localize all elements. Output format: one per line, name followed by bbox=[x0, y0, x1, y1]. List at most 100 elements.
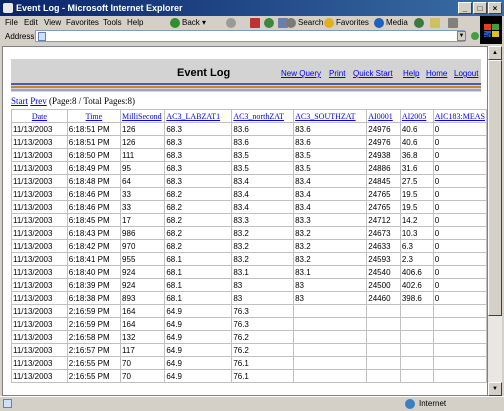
table-cell: 24976 bbox=[366, 135, 401, 149]
table-cell: 24976 bbox=[366, 122, 401, 136]
col-time[interactable]: Time bbox=[66, 109, 122, 123]
table-cell: 83.2 bbox=[231, 239, 295, 253]
menu-edit[interactable]: Edit bbox=[24, 16, 38, 30]
printer-icon bbox=[448, 17, 458, 28]
table-cell: 11/13/2003 bbox=[11, 317, 68, 331]
table-cell bbox=[399, 356, 434, 370]
vertical-scrollbar[interactable]: ▲ ▼ bbox=[488, 46, 502, 396]
forward-button[interactable] bbox=[226, 17, 238, 29]
menu-tools[interactable]: Tools bbox=[103, 16, 122, 30]
done-page-icon bbox=[3, 399, 12, 408]
menu-help[interactable]: Help bbox=[127, 16, 143, 30]
favorites-star-icon bbox=[324, 17, 334, 28]
col-millisecond[interactable]: MilliSecond bbox=[120, 109, 166, 123]
table-cell: 68.1 bbox=[164, 265, 233, 279]
media-button[interactable]: Media bbox=[374, 17, 408, 29]
table-cell: 68.2 bbox=[164, 239, 233, 253]
scroll-thumb[interactable] bbox=[488, 60, 502, 316]
table-cell: 164 bbox=[120, 317, 166, 331]
go-button[interactable]: Go bbox=[471, 31, 492, 40]
table-cell: 0 bbox=[432, 135, 487, 149]
link-help[interactable]: Help bbox=[403, 69, 419, 78]
start-link[interactable]: Start bbox=[11, 96, 28, 106]
table-cell: 0 bbox=[432, 278, 487, 292]
table-cell: 68.3 bbox=[164, 135, 233, 149]
table-cell: 24633 bbox=[366, 239, 401, 253]
col-aic183-meas[interactable]: AIC183:MEAS bbox=[432, 109, 487, 123]
link-print[interactable]: Print bbox=[329, 69, 345, 78]
table-cell: 68.3 bbox=[164, 174, 233, 188]
media-icon bbox=[374, 17, 384, 28]
print-button[interactable] bbox=[448, 17, 460, 29]
table-cell: 64 bbox=[120, 174, 166, 188]
back-button[interactable]: Back ▾ bbox=[170, 17, 206, 29]
close-button[interactable]: × bbox=[488, 2, 502, 14]
table-cell bbox=[432, 304, 487, 318]
table-cell: 83.4 bbox=[293, 187, 368, 201]
table-cell: 6:18:45 PM bbox=[66, 213, 122, 227]
table-cell: 83.5 bbox=[231, 148, 295, 162]
link-quick-start[interactable]: Quick Start bbox=[353, 69, 393, 78]
menu-favorites[interactable]: Favorites bbox=[66, 16, 99, 30]
table-row: 11/13/2003 6:18:41 PM 955 68.1 83.2 83.2 24593… bbox=[11, 252, 487, 266]
table-cell bbox=[293, 330, 368, 344]
table-cell: 95 bbox=[120, 161, 166, 175]
table-header-row: Date Time MilliSecond AC3_LABZAT1 AC3_no… bbox=[11, 109, 487, 123]
search-button[interactable]: Search bbox=[286, 17, 323, 29]
table-cell bbox=[293, 317, 368, 331]
table-row: 11/13/2003 2:16:58 PM 132 64.9 76.2 bbox=[11, 330, 487, 344]
address-dropdown-button[interactable]: ▼ bbox=[457, 31, 466, 41]
table-cell: 406.6 bbox=[399, 265, 434, 279]
title-bar: Event Log - Microsoft Internet Explorer … bbox=[0, 0, 504, 16]
table-cell: 11/13/2003 bbox=[11, 304, 68, 318]
table-cell: 27.5 bbox=[399, 174, 434, 188]
page-info: (Page:8 / Total Pages:8) bbox=[49, 96, 135, 106]
table-cell: 83 bbox=[293, 291, 368, 305]
stop-button[interactable] bbox=[250, 17, 262, 29]
col-ac3-northzat[interactable]: AC3_northZAT bbox=[231, 109, 295, 123]
table-cell: 83.6 bbox=[231, 135, 295, 149]
table-cell bbox=[432, 356, 487, 370]
col-ac3-labzat1[interactable]: AC3_LABZAT1 bbox=[164, 109, 233, 123]
table-cell: 11/13/2003 bbox=[11, 161, 68, 175]
table-cell: 24938 bbox=[366, 148, 401, 162]
table-cell: 68.3 bbox=[164, 122, 233, 136]
refresh-button[interactable] bbox=[264, 17, 276, 29]
col-ac3-southzat[interactable]: AC3_SOUTHZAT bbox=[293, 109, 368, 123]
table-cell: 11/13/2003 bbox=[11, 239, 68, 253]
scroll-down-button[interactable]: ▼ bbox=[488, 382, 502, 396]
favorites-button[interactable]: Favorites bbox=[324, 17, 369, 29]
table-cell: 64.9 bbox=[164, 317, 233, 331]
table-cell: 10.3 bbox=[399, 226, 434, 240]
table-cell: 24593 bbox=[366, 252, 401, 266]
table-cell: 24765 bbox=[366, 187, 401, 201]
history-button[interactable] bbox=[414, 17, 426, 29]
menu-view[interactable]: View bbox=[44, 16, 61, 30]
table-cell: 6:18:51 PM bbox=[66, 135, 122, 149]
scroll-up-button[interactable]: ▲ bbox=[488, 46, 502, 60]
link-logout[interactable]: Logout bbox=[454, 69, 478, 78]
col-date[interactable]: Date bbox=[11, 109, 68, 123]
table-cell: 24765 bbox=[366, 200, 401, 214]
table-cell bbox=[399, 343, 434, 357]
mail-button[interactable] bbox=[430, 17, 442, 29]
prev-link[interactable]: Prev bbox=[30, 96, 47, 106]
table-cell: 6.3 bbox=[399, 239, 434, 253]
table-cell: 0 bbox=[432, 161, 487, 175]
back-arrow-icon bbox=[170, 17, 180, 28]
table-cell: 126 bbox=[120, 135, 166, 149]
minimize-button[interactable]: _ bbox=[458, 2, 472, 14]
address-input[interactable] bbox=[35, 30, 465, 42]
table-cell: 40.6 bbox=[399, 135, 434, 149]
link-new-query[interactable]: New Query bbox=[281, 69, 321, 78]
table-cell: 68.1 bbox=[164, 252, 233, 266]
table-cell: 24500 bbox=[366, 278, 401, 292]
maximize-button[interactable]: □ bbox=[473, 2, 487, 14]
table-cell: 70 bbox=[120, 356, 166, 370]
col-ai2005[interactable]: AI2005 bbox=[399, 109, 434, 123]
back-label: Back bbox=[182, 18, 200, 27]
menu-file[interactable]: File bbox=[5, 16, 18, 30]
link-home[interactable]: Home bbox=[426, 69, 447, 78]
col-ai0001[interactable]: AI0001 bbox=[366, 109, 401, 123]
table-cell: 83.3 bbox=[231, 213, 295, 227]
